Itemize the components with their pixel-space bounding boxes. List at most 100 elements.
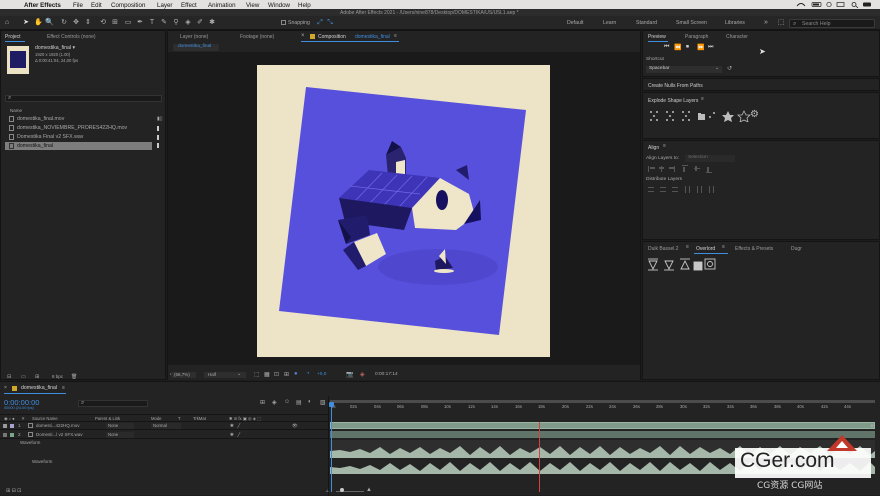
timeline-search-input[interactable]: ⌕ [78, 400, 148, 407]
layer-row[interactable]: 2 Domesti...l v2 SFX.wav None ✱ ╱ [0, 431, 328, 439]
tab-duik[interactable]: Duik Bassel.2 [648, 246, 679, 252]
rotate-tool-icon[interactable]: ⟲ [99, 19, 107, 27]
label-color-swatch[interactable] [10, 423, 14, 428]
menu-layer[interactable]: Layer [157, 2, 172, 9]
minimize-panel-icon[interactable]: ⬚ [777, 19, 785, 27]
last-frame-icon[interactable]: ⏭ [708, 44, 713, 51]
new-comp-icon[interactable]: ⊞ [35, 374, 39, 380]
zoom-out-icon[interactable]: ▵ [326, 488, 329, 494]
pan-tool-icon[interactable]: ✥ [72, 19, 80, 27]
menu-edit[interactable]: Edit [91, 2, 102, 9]
menu-help[interactable]: Help [298, 2, 311, 9]
menu-window[interactable]: Window [268, 2, 290, 9]
search-help-placeholder[interactable]: Search Help [802, 21, 831, 27]
project-column-name[interactable]: Name [10, 108, 22, 114]
snapping-checkbox[interactable] [281, 20, 286, 25]
panel-menu-icon[interactable]: ≡ [686, 244, 689, 250]
label-color-swatch[interactable] [10, 432, 14, 437]
more-workspaces-icon[interactable]: » [762, 19, 770, 27]
shy-layers-icon[interactable]: ☺ [284, 399, 290, 405]
bpc-label[interactable]: 8 bpc [52, 374, 63, 380]
tab-effect-controls[interactable]: Effect Controls (none) [47, 34, 96, 40]
panel-menu-icon[interactable]: ≡ [62, 385, 65, 391]
parent-dropdown[interactable]: None [106, 432, 134, 438]
transparency-grid-icon[interactable]: ▦ [264, 371, 270, 378]
selection-tool-icon[interactable]: ➤ [22, 19, 30, 27]
first-frame-icon[interactable]: ⏮ [664, 44, 669, 51]
project-item-selected[interactable]: domestika_final [5, 142, 152, 150]
tab-project[interactable]: Project [5, 34, 21, 40]
tab-character[interactable]: Character [726, 34, 748, 40]
new-folder-icon[interactable]: ▭ [21, 374, 26, 380]
tab-effects-presets[interactable]: Effects & Presets [735, 246, 773, 252]
audio-icon[interactable] [3, 432, 7, 437]
tab-layer[interactable]: Layer (none) [180, 34, 208, 40]
frame-blending-icon[interactable]: ▤ [296, 399, 302, 406]
project-item[interactable]: Domestika Final v2 SFX.wav [5, 133, 162, 141]
current-time-display[interactable]: 0:00:17:14 [375, 372, 398, 378]
gear-icon[interactable]: ⚙ [750, 109, 759, 120]
workspace-learn[interactable]: Learn [603, 20, 616, 26]
interpret-footage-icon[interactable]: ⊟ [7, 374, 11, 380]
panel-menu-icon[interactable]: ≡ [663, 143, 666, 149]
workspace-default[interactable]: Default [567, 20, 583, 26]
work-area-bar[interactable] [330, 400, 875, 403]
hand-tool-icon[interactable]: ✋ [34, 19, 43, 27]
comp-breadcrumb[interactable]: domestika_final [173, 44, 219, 51]
show-snapshot-icon[interactable]: ◈ [360, 371, 365, 378]
trash-icon[interactable]: 🗑 [71, 374, 77, 380]
menu-app[interactable]: After Effects [24, 2, 61, 9]
region-of-interest-icon[interactable]: ⬚ [254, 371, 260, 378]
clone-tool-icon[interactable]: ⚲ [172, 19, 180, 27]
shortcut-dropdown[interactable]: Spacebar ⌄ [646, 65, 722, 73]
next-frame-icon[interactable]: ⏩ [697, 44, 704, 51]
tab-composition-name[interactable]: domestika_final [355, 34, 390, 40]
zoom-tool-icon[interactable]: 🔍 [45, 19, 54, 27]
puppet-tool-icon[interactable]: ✱ [208, 19, 216, 27]
project-search-input[interactable]: ⌕ [5, 95, 162, 102]
brush-tool-icon[interactable]: ✎ [160, 19, 168, 27]
snap-features-icon[interactable]: ⤡ [326, 19, 334, 27]
comp-close-icon[interactable]: × [301, 33, 305, 39]
panel-menu-icon[interactable]: ≡ [701, 96, 704, 102]
comp-button-icon[interactable]: ◈ [870, 423, 874, 429]
tab-composition[interactable]: Composition [318, 34, 346, 40]
parent-dropdown[interactable]: None [106, 423, 134, 429]
snapshot-icon[interactable]: 📷 [346, 371, 353, 378]
previous-frame-icon[interactable]: ⏪ [674, 44, 681, 51]
menu-composition[interactable]: Composition [111, 2, 145, 9]
timeline-comp-tab[interactable]: domestika_final [21, 385, 57, 391]
draft-3d-icon[interactable]: ◈ [272, 399, 277, 406]
comp-viewer[interactable] [168, 52, 640, 365]
dolly-tool-icon[interactable]: ⇕ [84, 19, 92, 27]
tab-dugr[interactable]: Dugr [791, 246, 802, 252]
resolution-dropdown[interactable]: Half ⌄ [204, 371, 246, 378]
menu-file[interactable]: File [73, 2, 83, 9]
exposure-icon[interactable]: ◔ [306, 371, 310, 377]
comp-flowchart-icon[interactable]: ⊞ [260, 399, 265, 406]
tab-preview[interactable]: Preview [648, 34, 666, 40]
search-help-box[interactable]: ⌕ Search Help [789, 19, 875, 28]
zoom-dropdown[interactable]: (66,7%) [171, 372, 196, 378]
channel-icon[interactable]: ● [294, 371, 298, 377]
create-nulls-title[interactable]: Create Nulls From Paths [648, 83, 703, 89]
align-title[interactable]: Align [648, 145, 659, 151]
menu-view[interactable]: View [246, 2, 259, 9]
home-icon[interactable]: ⌂ [3, 19, 11, 27]
project-item[interactable]: domestika_final.mov ▮▯ [5, 115, 163, 123]
toggle-switches-icon[interactable]: ⊞ ⊟ ⊡ [6, 488, 21, 494]
switch-icons[interactable]: ✱ ╱ [230, 423, 240, 429]
zoom-in-icon[interactable]: ▲ [366, 487, 372, 493]
workspace-standard[interactable]: Standard [636, 20, 657, 26]
play-pause-icon[interactable]: ⏹ [686, 44, 689, 51]
roto-brush-icon[interactable]: ✐ [196, 19, 204, 27]
layer-row[interactable]: 1 domesti...422HQ.mov None Normal ✱ ╱ 👁 [0, 422, 328, 430]
orbit-tool-icon[interactable]: ↻ [60, 19, 68, 27]
graph-editor-icon[interactable]: ▧ [320, 399, 326, 406]
workspace-small-screen[interactable]: Small Screen [676, 20, 707, 26]
tab-overlord[interactable]: Overlord [696, 246, 715, 252]
project-item[interactable]: domestika_NOVIEMBRE_PRORES422HQ.mov [5, 124, 162, 132]
switch-icons[interactable]: ✱ ╱ [230, 432, 240, 438]
rectangle-tool-icon[interactable]: ▭ [124, 19, 132, 27]
layer-bar-2[interactable] [330, 431, 875, 438]
